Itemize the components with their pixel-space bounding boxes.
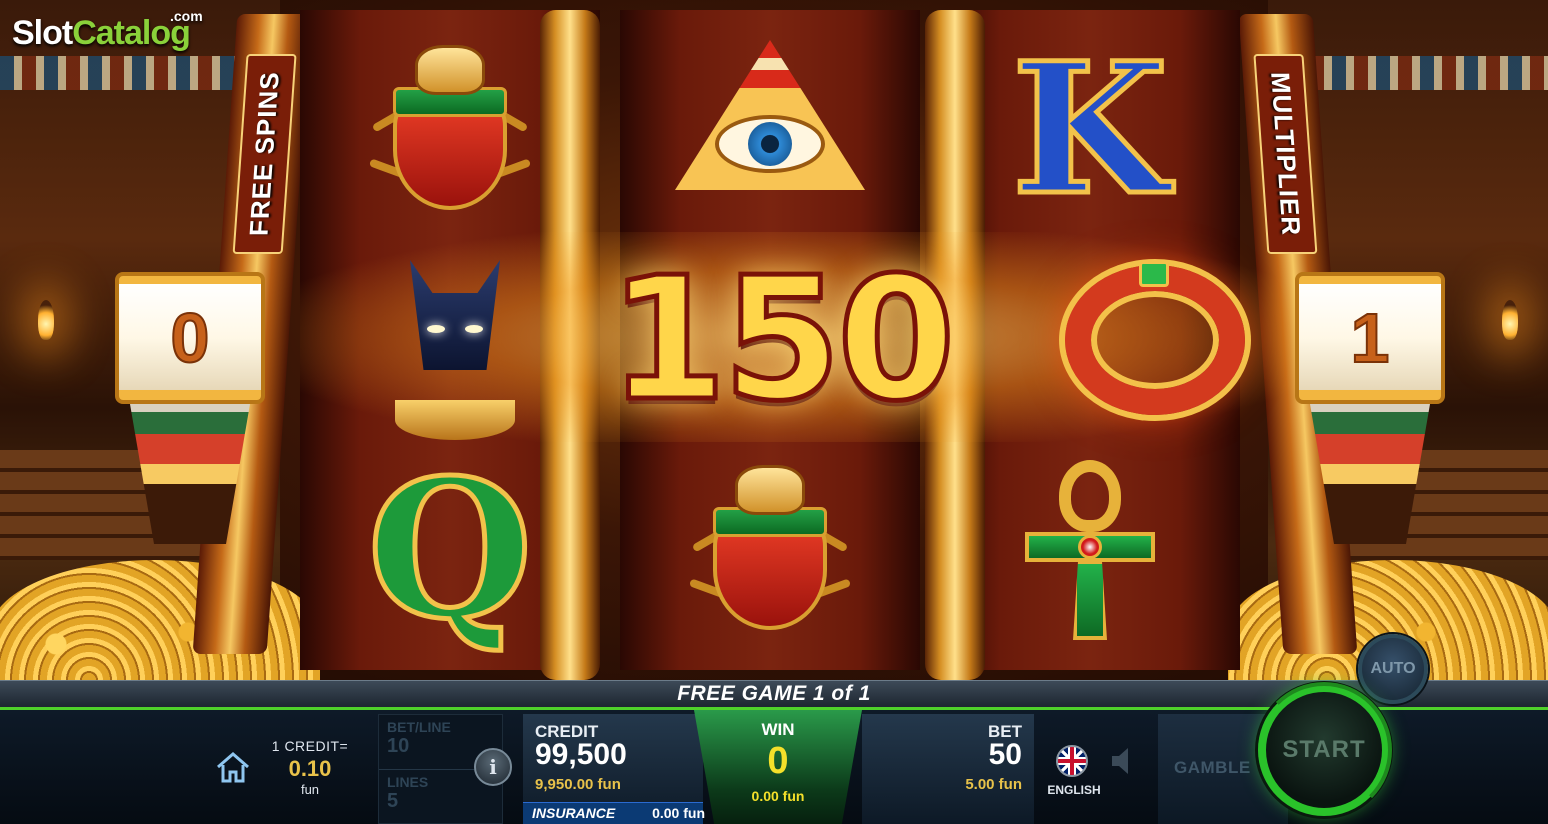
free-spins-label: FREE SPINS xyxy=(232,54,297,254)
auto-label: AUTO xyxy=(1370,660,1416,677)
start-label: START xyxy=(1282,736,1366,763)
symbol-ring xyxy=(1045,240,1265,440)
symbol-q: Q xyxy=(340,450,560,650)
game-scene: FREE SPINS MULTIPLIER 0 1 Q K 150 SlotCa… xyxy=(0,0,1548,680)
home-icon xyxy=(217,752,249,783)
scarab-icon xyxy=(688,465,852,635)
ankh-icon xyxy=(1025,460,1155,640)
language-label[interactable]: ENGLISH xyxy=(1044,783,1104,797)
bet-fun: 5.00 fun xyxy=(965,776,1022,793)
win-amount-text: 150 xyxy=(606,239,958,442)
bet-display: BET 50 5.00 fun xyxy=(862,714,1034,824)
free-spins-counter: 0 xyxy=(115,272,265,404)
multiplier-counter: 1 xyxy=(1295,272,1445,404)
speaker-icon xyxy=(1112,748,1128,774)
credit-ratio-unit: fun xyxy=(300,782,320,797)
insurance-value: 0.00 fun xyxy=(652,805,705,821)
k-letter-icon: K xyxy=(1009,24,1170,235)
bet-value: 50 xyxy=(988,738,1022,771)
bet-per-line-label: BET/LINE xyxy=(387,719,451,735)
win-fun: 0.00 fun xyxy=(751,788,805,804)
lines-value: 5 xyxy=(387,790,399,812)
start-button[interactable]: START xyxy=(1256,682,1392,818)
slotcatalog-logo: SlotCatalog .com xyxy=(12,8,203,53)
insurance-bar: INSURANCE 0.00 fun xyxy=(523,802,705,824)
credit-ratio-value: 0.10 xyxy=(288,756,332,781)
credit-ratio-label: 1 CREDIT= xyxy=(271,738,349,754)
symbol-anubis xyxy=(345,240,565,440)
symbol-eye-of-horus xyxy=(660,30,880,230)
torch-icon xyxy=(38,300,54,340)
symbol-k: K xyxy=(980,30,1200,230)
free-spins-count: 0 xyxy=(170,298,211,378)
logo-text: Slot xyxy=(12,14,73,52)
insurance-label: INSURANCE xyxy=(532,805,616,821)
credit-fun: 9,950.00 fun xyxy=(535,776,621,793)
win-display: WIN 0 0.00 fun xyxy=(694,710,862,824)
gamble-label: GAMBLE xyxy=(1174,758,1251,777)
symbol-ankh xyxy=(980,450,1200,650)
win-value: 0 xyxy=(767,740,789,782)
auto-button[interactable]: AUTO xyxy=(1358,634,1428,704)
multiplier-value: 1 xyxy=(1350,298,1391,378)
credit-value: 99,500 xyxy=(535,738,627,771)
eye-of-horus-icon xyxy=(665,40,875,220)
home-button[interactable] xyxy=(215,750,251,784)
win-label: WIN xyxy=(761,720,795,739)
info-button[interactable]: i xyxy=(474,748,512,786)
torch-icon xyxy=(1502,300,1518,340)
ring-icon xyxy=(1065,261,1245,415)
symbol-scarab xyxy=(340,30,560,230)
sound-button[interactable] xyxy=(1108,744,1142,778)
logo-suffix: .com xyxy=(170,8,203,24)
anubis-icon xyxy=(355,230,555,450)
uk-flag-icon[interactable] xyxy=(1056,745,1088,777)
q-letter-icon: Q xyxy=(365,438,536,661)
free-game-status: FREE GAME 1 of 1 xyxy=(677,682,871,705)
win-amount-overlay: 150 xyxy=(600,239,960,442)
scarab-icon xyxy=(368,45,532,215)
multiplier-label: MULTIPLIER xyxy=(1253,54,1318,254)
info-icon: i xyxy=(489,755,497,779)
symbol-scarab xyxy=(660,450,880,650)
credit-value-info: 1 CREDIT= 0.10 fun xyxy=(260,738,360,797)
